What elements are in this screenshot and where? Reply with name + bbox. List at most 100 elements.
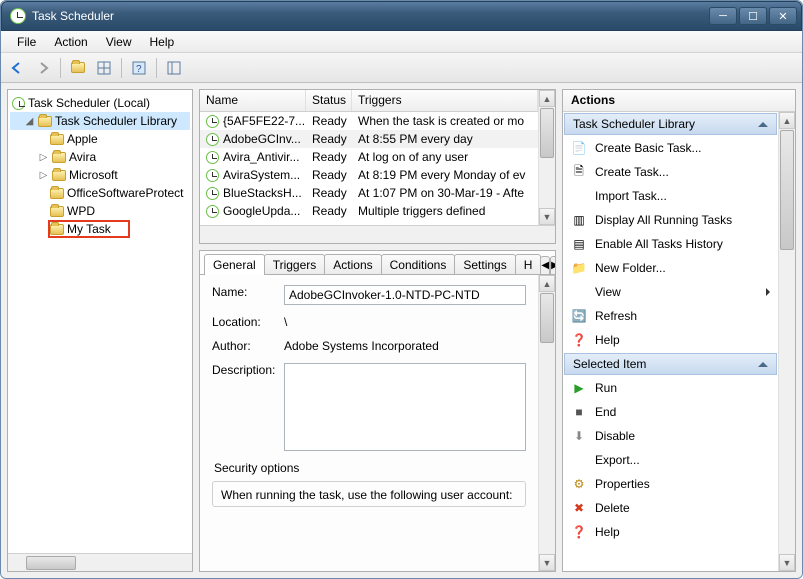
- task-name: BlueStacksH...: [223, 186, 302, 200]
- action-help[interactable]: ❓Help: [563, 328, 778, 352]
- table-row[interactable]: AviraSystem...ReadyAt 8:19 PM every Mond…: [200, 166, 538, 184]
- task-trigger: When the task is created or mo: [352, 114, 538, 128]
- titlebar: Task Scheduler ─ ☐ ✕: [1, 1, 802, 31]
- action-label: Export...: [595, 453, 640, 467]
- list-body[interactable]: {5AF5FE22-7...ReadyWhen the task is crea…: [200, 112, 538, 225]
- menu-help[interactable]: Help: [142, 33, 183, 51]
- action-label: Enable All Tasks History: [595, 237, 723, 251]
- action-end[interactable]: ■End: [563, 400, 778, 424]
- tree-item-label: WPD: [67, 204, 95, 218]
- name-label: Name:: [212, 285, 284, 299]
- tab-history[interactable]: H: [515, 254, 542, 274]
- expander-icon[interactable]: ▷: [38, 152, 49, 163]
- author-value: Adobe Systems Incorporated: [284, 339, 526, 353]
- tree-library[interactable]: ◢Task Scheduler Library: [10, 112, 190, 130]
- col-status[interactable]: Status: [306, 90, 352, 111]
- tab-triggers[interactable]: Triggers: [264, 254, 326, 274]
- action-enable-all-tasks-history[interactable]: ▤ Enable All Tasks History: [563, 232, 778, 256]
- tab-conditions[interactable]: Conditions: [381, 254, 456, 274]
- expander-icon[interactable]: ▷: [38, 170, 49, 181]
- action-icon: ▤: [571, 236, 587, 252]
- tree[interactable]: Task Scheduler (Local) ◢Task Scheduler L…: [8, 90, 192, 553]
- action-run[interactable]: ▶Run: [563, 376, 778, 400]
- action-view[interactable]: View: [563, 280, 778, 304]
- table-row[interactable]: GoogleUpda...ReadyMultiple triggers defi…: [200, 202, 538, 220]
- action-icon: 📁: [571, 260, 587, 276]
- action-new-folder[interactable]: 📁New Folder...: [563, 256, 778, 280]
- actions-group-library[interactable]: Task Scheduler Library: [564, 113, 777, 135]
- action-icon: ▥: [571, 212, 587, 228]
- expander-icon[interactable]: ◢: [24, 116, 35, 127]
- action-display-all-running-tasks[interactable]: ▥Display All Running Tasks: [563, 208, 778, 232]
- action-icon: ⬇: [571, 428, 587, 444]
- details-pane: General Triggers Actions Conditions Sett…: [199, 250, 556, 572]
- clock-icon: [206, 169, 219, 182]
- details-vscroll[interactable]: ▲▼: [538, 275, 555, 571]
- table-row[interactable]: Avira_Antivir...ReadyAt log on of any us…: [200, 148, 538, 166]
- menu-file[interactable]: File: [9, 33, 44, 51]
- task-list-pane: Name Status Triggers {5AF5FE22-7...Ready…: [199, 89, 556, 244]
- tree-item[interactable]: Apple: [10, 130, 190, 148]
- table-row[interactable]: {5AF5FE22-7...ReadyWhen the task is crea…: [200, 112, 538, 130]
- action-help[interactable]: ❓Help: [563, 520, 778, 544]
- tree-item-my-task[interactable]: My Task: [48, 220, 130, 238]
- tree-item[interactable]: ▷ Microsoft: [10, 166, 190, 184]
- task-name: {5AF5FE22-7...: [223, 114, 305, 128]
- actions-pane: Actions Task Scheduler Library 📄Create B…: [562, 89, 796, 572]
- actions-group-label: Selected Item: [573, 357, 646, 371]
- forward-button[interactable]: [31, 56, 55, 80]
- tab-scroll-left[interactable]: ◀: [540, 256, 550, 274]
- action-delete[interactable]: ✖Delete: [563, 496, 778, 520]
- panel-button[interactable]: [162, 56, 186, 80]
- minimize-button[interactable]: ─: [709, 7, 737, 25]
- action-disable[interactable]: ⬇ Disable: [563, 424, 778, 448]
- action-export[interactable]: Export...: [563, 448, 778, 472]
- tab-settings[interactable]: Settings: [454, 254, 515, 274]
- tree-item-label: Apple: [67, 132, 98, 146]
- action-properties[interactable]: ⚙Properties: [563, 472, 778, 496]
- toolbar: ?: [1, 53, 802, 83]
- col-name[interactable]: Name: [200, 90, 306, 111]
- action-import-task[interactable]: Import Task...: [563, 184, 778, 208]
- tree-item[interactable]: WPD: [10, 202, 190, 220]
- app-icon: [10, 8, 26, 24]
- tab-actions[interactable]: Actions: [324, 254, 381, 274]
- action-icon: 🔄: [571, 308, 587, 324]
- tree-hscroll[interactable]: [8, 553, 192, 571]
- action-refresh[interactable]: 🔄 Refresh: [563, 304, 778, 328]
- tree-item[interactable]: ▷Avira: [10, 148, 190, 166]
- action-create-basic-task[interactable]: 📄Create Basic Task...: [563, 136, 778, 160]
- action-icon: ✖: [571, 500, 587, 516]
- actions-vscroll[interactable]: ▲▼: [778, 112, 795, 571]
- action-label: Refresh: [595, 309, 637, 323]
- actions-header: Actions: [563, 90, 795, 112]
- maximize-button[interactable]: ☐: [739, 7, 767, 25]
- tab-scroll-right[interactable]: ▶: [550, 256, 556, 274]
- tree-item[interactable]: OfficeSoftwareProtect: [10, 184, 190, 202]
- up-button[interactable]: [66, 56, 90, 80]
- table-view-button[interactable]: [92, 56, 116, 80]
- tree-root[interactable]: Task Scheduler (Local): [10, 94, 190, 112]
- tree-item-label: Microsoft: [69, 168, 118, 182]
- task-trigger: At 8:19 PM every Monday of ev: [352, 168, 538, 182]
- help-button[interactable]: ?: [127, 56, 151, 80]
- menu-view[interactable]: View: [98, 33, 140, 51]
- name-field[interactable]: [284, 285, 526, 305]
- tab-general[interactable]: General: [204, 254, 265, 275]
- clock-icon: [206, 151, 219, 164]
- menu-action[interactable]: Action: [46, 33, 95, 51]
- action-create-task[interactable]: 🗎Create Task...: [563, 160, 778, 184]
- back-button[interactable]: [5, 56, 29, 80]
- col-triggers[interactable]: Triggers: [352, 90, 538, 111]
- task-status: Ready: [306, 114, 352, 128]
- list-vscroll[interactable]: ▲▼: [538, 90, 555, 225]
- table-row[interactable]: AdobeGCInv...ReadyAt 8:55 PM every day: [200, 130, 538, 148]
- security-options-box: When running the task, use the following…: [212, 481, 526, 507]
- task-trigger: Multiple triggers defined: [352, 204, 538, 218]
- table-row[interactable]: BlueStacksH...ReadyAt 1:07 PM on 30-Mar-…: [200, 184, 538, 202]
- list-hscroll[interactable]: [200, 225, 555, 243]
- actions-group-selected[interactable]: Selected Item: [564, 353, 777, 375]
- close-button[interactable]: ✕: [769, 7, 797, 25]
- description-field[interactable]: [284, 363, 526, 451]
- action-label: Disable: [595, 429, 635, 443]
